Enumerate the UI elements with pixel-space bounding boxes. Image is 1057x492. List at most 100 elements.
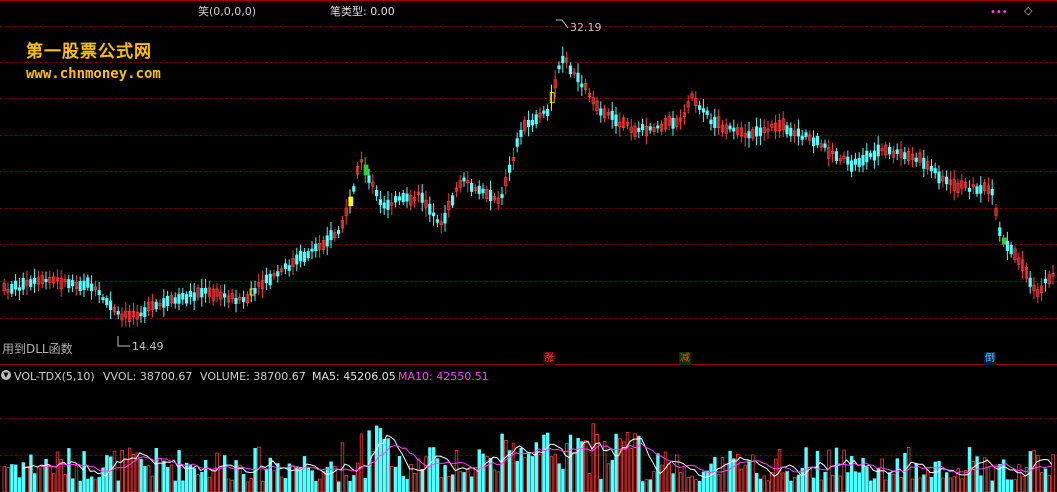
volume-bar xyxy=(112,450,117,492)
signal-reduce: 减 xyxy=(679,352,691,365)
candle-body xyxy=(162,298,166,308)
volume-bar xyxy=(173,480,177,492)
volume-bar xyxy=(10,464,14,492)
volume-bar xyxy=(766,480,770,492)
candle-body xyxy=(785,125,789,135)
volume-bar xyxy=(2,466,6,492)
candle-body xyxy=(33,277,37,284)
volume-bar xyxy=(515,460,519,492)
volume-bar xyxy=(576,437,580,492)
candle-body xyxy=(872,150,877,161)
volume-bar xyxy=(131,454,136,492)
volume-bar xyxy=(435,458,440,492)
volume-bar xyxy=(63,474,67,492)
volume-bar xyxy=(538,454,542,492)
volume-bar xyxy=(922,474,926,492)
diamond-icon[interactable]: ◇ xyxy=(1024,4,1032,17)
volume-bar xyxy=(143,466,147,492)
chevron-down-icon[interactable]: ▼ xyxy=(1,370,11,380)
candle-body xyxy=(888,146,892,155)
candle-body xyxy=(861,155,865,166)
candle-body xyxy=(568,65,573,75)
candle-body xyxy=(393,196,398,203)
watermark-site-name: 第一股票公式网 xyxy=(26,42,152,62)
volume-bar xyxy=(158,458,162,492)
volume-bar xyxy=(428,447,432,492)
volume-value: VOLUME: 38700.67 xyxy=(200,370,306,383)
candle-body xyxy=(181,293,185,300)
candle-body xyxy=(755,126,759,137)
volume-bar xyxy=(390,465,394,492)
candle-body xyxy=(815,135,820,146)
dots-icon[interactable]: ••• xyxy=(990,7,1008,18)
volume-bar xyxy=(481,453,485,492)
volume-bar xyxy=(359,433,364,492)
volume-indicator-name[interactable]: VOL-TDX(5,10) xyxy=(14,370,95,383)
candle-body xyxy=(405,193,409,202)
candle-body xyxy=(534,114,538,125)
volume-bar xyxy=(561,468,565,492)
volume-bar xyxy=(458,471,462,492)
candle-body xyxy=(382,202,386,209)
candle-body xyxy=(530,120,535,126)
volume-bar xyxy=(724,463,728,492)
candle-body xyxy=(869,153,873,157)
candle-body xyxy=(641,124,645,131)
candle-body xyxy=(515,138,519,147)
candle-body xyxy=(249,288,255,296)
volume-bar xyxy=(945,472,949,492)
volume-bar xyxy=(580,441,584,492)
volume-bar xyxy=(492,469,497,492)
volume-bar xyxy=(812,477,816,492)
candle-body xyxy=(431,212,436,217)
volume-bar xyxy=(603,440,607,492)
candle-body xyxy=(542,110,546,114)
volume-bar xyxy=(283,478,288,492)
volume-bar xyxy=(260,480,265,492)
volume-bar xyxy=(743,464,747,492)
low-price-label: 14.49 xyxy=(132,340,164,353)
volume-bar xyxy=(97,476,101,492)
volume-bar xyxy=(219,468,223,492)
volume-bar xyxy=(888,472,892,492)
candle-body xyxy=(386,199,390,210)
volume-bar xyxy=(960,478,964,492)
volume-bar xyxy=(549,456,554,492)
candle-body xyxy=(428,203,432,215)
volume-bar xyxy=(397,456,402,492)
volume-bar xyxy=(1047,475,1051,492)
volume-bar xyxy=(553,453,557,492)
volume-bar xyxy=(671,473,675,492)
candle-body xyxy=(713,116,717,128)
candle-body xyxy=(105,298,109,306)
candle-body xyxy=(812,137,816,147)
candle-body xyxy=(200,287,204,298)
volume-bar xyxy=(1024,467,1029,492)
volume-bar xyxy=(952,476,956,492)
volume-bar xyxy=(1021,475,1025,492)
candle-body xyxy=(352,186,356,192)
volume-bar xyxy=(914,463,918,492)
candle-body xyxy=(557,65,561,70)
volume-bar xyxy=(610,459,614,492)
volume-bar xyxy=(234,460,238,492)
candle-body xyxy=(599,108,603,116)
volume-bar xyxy=(755,472,759,492)
candle-body xyxy=(287,265,291,271)
candle-body xyxy=(580,83,584,88)
volume-bar xyxy=(230,479,234,492)
volume-bar xyxy=(599,478,603,492)
candle-body xyxy=(302,252,307,262)
candle-body xyxy=(796,128,801,137)
candle-body xyxy=(698,105,702,110)
candle-body xyxy=(481,188,485,194)
volume-bar xyxy=(192,468,196,492)
candle-body xyxy=(82,280,86,290)
candle-body xyxy=(188,290,192,297)
volume-bar xyxy=(838,475,842,492)
candle-body xyxy=(374,190,379,197)
volume-bar xyxy=(975,456,979,492)
volume-bar xyxy=(641,481,645,492)
candle-body xyxy=(990,188,994,196)
candle-body xyxy=(241,297,246,303)
